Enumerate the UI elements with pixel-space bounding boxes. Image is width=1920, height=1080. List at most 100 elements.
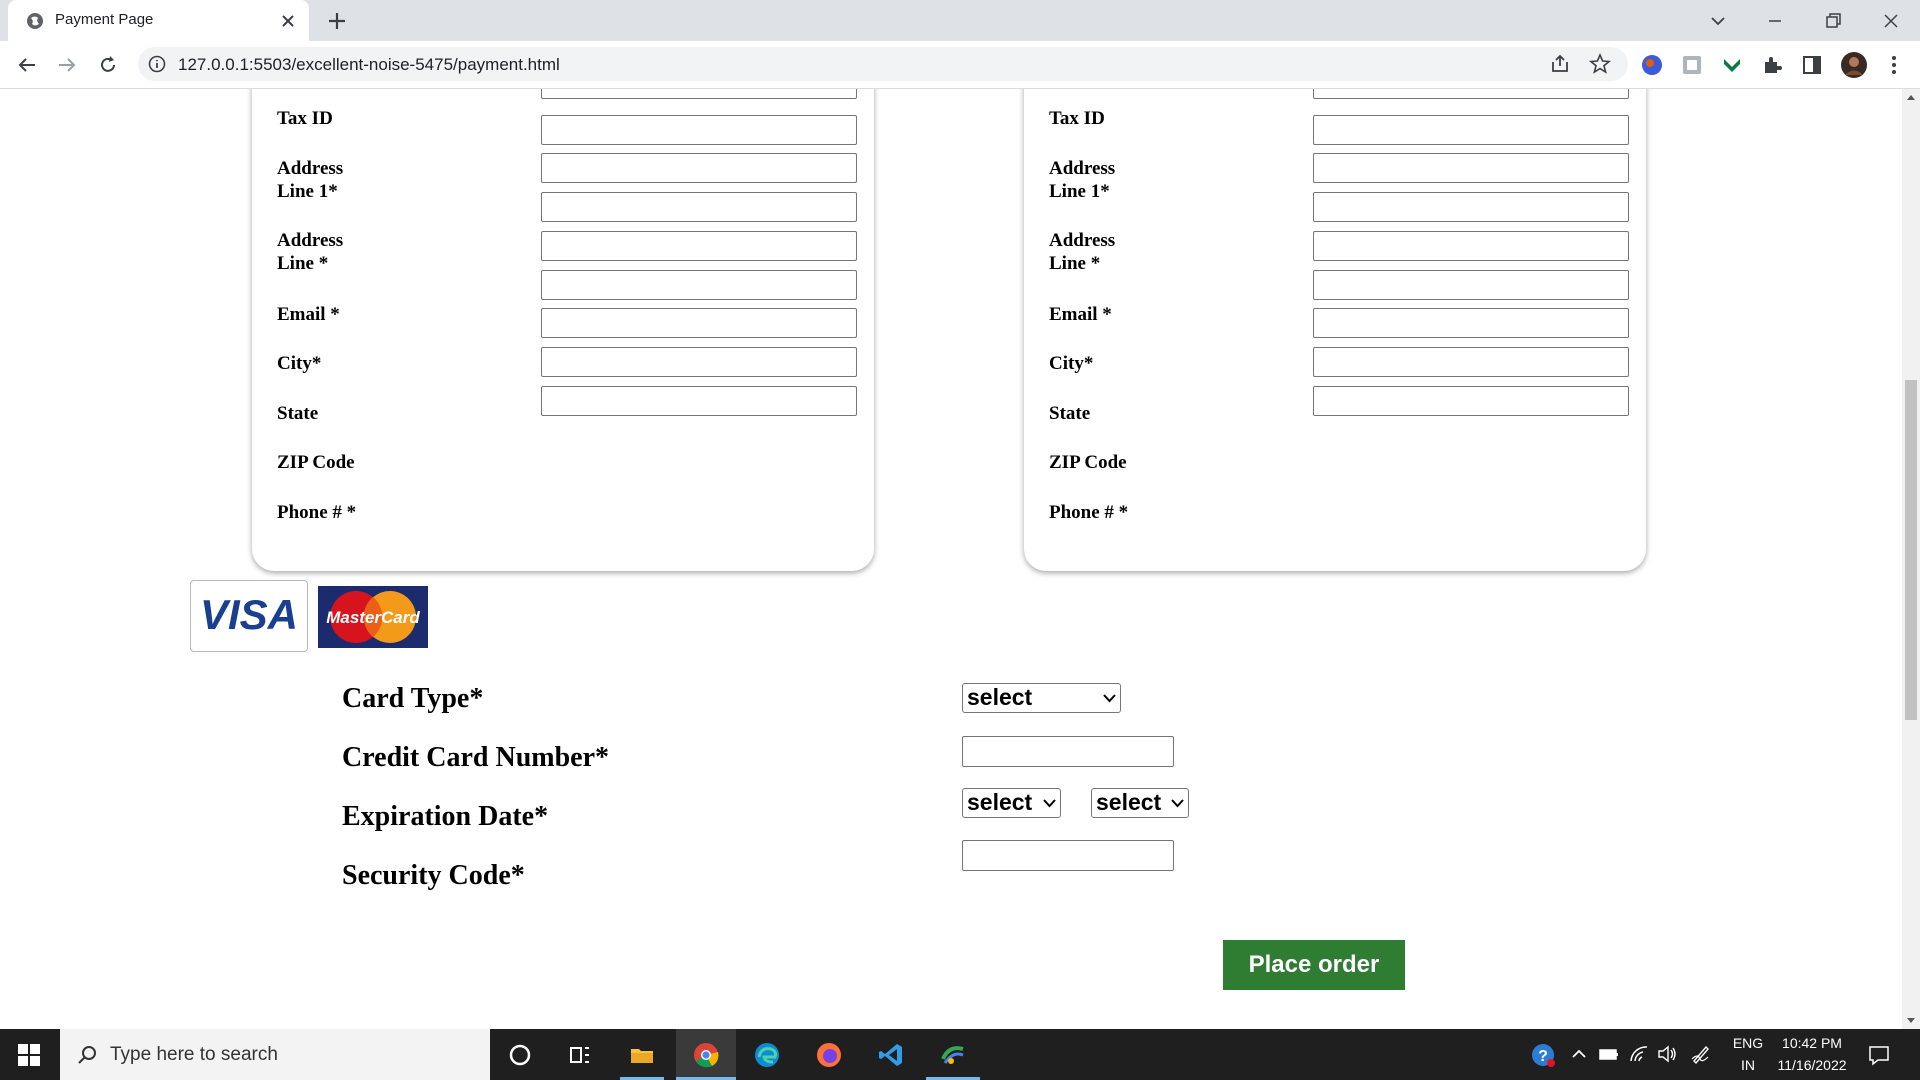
visa-logo-text: VISA: [200, 591, 298, 638]
page-scrollbar[interactable]: [1902, 89, 1920, 1029]
windows-start-icon[interactable]: [18, 1044, 40, 1066]
tray-chevron-up-icon[interactable]: [1568, 1043, 1590, 1065]
scroll-up-arrow-icon[interactable]: [1906, 93, 1916, 103]
shipping-tax-id-input[interactable]: [1313, 115, 1629, 145]
notification-center-icon[interactable]: [1866, 1042, 1892, 1068]
address-bar[interactable]: 127.0.0.1:5503/excellent-noise-5475/paym…: [138, 47, 1628, 81]
task-view-icon[interactable]: [566, 1041, 594, 1069]
scroll-down-arrow-icon[interactable]: [1906, 1015, 1916, 1025]
billing-email-input[interactable]: [541, 308, 857, 338]
battery-icon[interactable]: [1598, 1043, 1620, 1065]
close-tab-icon[interactable]: [278, 11, 298, 31]
shipping-address-extra-input[interactable]: [1313, 192, 1629, 222]
billing-address-line1-label: Address Line 1*: [277, 158, 344, 202]
place-order-button[interactable]: Place order: [1223, 940, 1405, 990]
firefox-icon[interactable]: [815, 1041, 843, 1069]
windows-taskbar: Type here to search ? ENG IN 10:42 PM 11…: [0, 1029, 1920, 1080]
clock-time[interactable]: 10:42 PM: [1772, 1035, 1852, 1051]
shipping-address-line2-extra-input[interactable]: [1313, 270, 1629, 300]
browser-toolbar: 127.0.0.1:5503/excellent-noise-5475/paym…: [0, 41, 1920, 89]
input-language[interactable]: ENG: [1730, 1035, 1766, 1051]
cortana-icon[interactable]: [506, 1041, 534, 1069]
profile-avatar[interactable]: [1840, 51, 1868, 79]
extension-image-icon[interactable]: [1680, 53, 1704, 77]
site-info-icon[interactable]: [148, 55, 166, 73]
vscode-icon[interactable]: [877, 1041, 905, 1069]
scrollbar-thumb[interactable]: [1905, 380, 1917, 720]
exp-year-select[interactable]: select: [1091, 788, 1189, 818]
file-explorer-icon[interactable]: [628, 1041, 656, 1069]
shipping-email-input[interactable]: [1313, 308, 1629, 338]
taskbar-search-box[interactable]: Type here to search: [60, 1029, 490, 1080]
wifi-icon[interactable]: [1628, 1043, 1650, 1065]
billing-phone-label: Phone # *: [277, 502, 357, 523]
card-number-input[interactable]: [962, 736, 1174, 767]
shipping-address-line2-input[interactable]: [1313, 231, 1629, 261]
shipping-previous-field[interactable]: [1313, 89, 1629, 99]
clock-date[interactable]: 11/16/2022: [1772, 1057, 1852, 1073]
shipping-tax-id-label: Tax ID: [1049, 108, 1105, 129]
shipping-state-input[interactable]: [1313, 386, 1629, 416]
shipping-state-label: State: [1049, 403, 1091, 424]
billing-address-line2-input[interactable]: [541, 231, 857, 261]
exp-month-select[interactable]: select: [962, 788, 1061, 818]
extensions-puzzle-icon[interactable]: [1760, 53, 1784, 77]
extension-globe-icon[interactable]: [1640, 53, 1664, 77]
billing-city-input[interactable]: [541, 347, 857, 377]
shipping-city-label: City*: [1049, 353, 1094, 374]
billing-city-label: City*: [277, 353, 322, 374]
shipping-phone-label: Phone # *: [1049, 502, 1129, 523]
help-icon[interactable]: ?: [1530, 1042, 1556, 1068]
shipping-email-label: Email *: [1049, 304, 1112, 325]
shipping-address-line2-label: Address Line *: [1049, 230, 1116, 274]
close-window-icon[interactable]: [1878, 8, 1904, 34]
new-tab-icon[interactable]: [325, 9, 349, 33]
tab-strip: Payment Page: [0, 0, 1920, 41]
volume-icon[interactable]: [1656, 1043, 1678, 1065]
billing-previous-field[interactable]: [541, 89, 857, 99]
minimize-icon[interactable]: [1762, 8, 1788, 34]
billing-tax-id-label: Tax ID: [277, 108, 333, 129]
shipping-zip-label: ZIP Code: [1049, 452, 1127, 473]
share-icon[interactable]: [1548, 52, 1572, 76]
bookmark-star-icon[interactable]: [1588, 52, 1612, 76]
back-arrow-icon[interactable]: [15, 53, 39, 77]
search-icon: [78, 1046, 96, 1064]
billing-address-extra-input[interactable]: [541, 192, 857, 222]
card-type-select[interactable]: select: [962, 683, 1121, 713]
tab-payment-page[interactable]: Payment Page: [8, 0, 309, 41]
card-type-label: Card Type*: [342, 683, 484, 714]
security-code-input[interactable]: [962, 840, 1174, 871]
expiration-date-label: Expiration Date*: [342, 801, 549, 832]
billing-state-input[interactable]: [541, 386, 857, 416]
tab-title: Payment Page: [55, 11, 154, 28]
shipping-address-line1-input[interactable]: [1313, 153, 1629, 183]
tab-search-chevron-icon[interactable]: [1705, 8, 1731, 34]
billing-email-label: Email *: [277, 304, 340, 325]
page-content: Tax ID Address Line 1* Address Line * Em…: [0, 89, 1902, 1029]
pen-icon[interactable]: [1690, 1043, 1712, 1065]
billing-address-line2-extra-input[interactable]: [541, 270, 857, 300]
side-panel-icon[interactable]: [1800, 53, 1824, 77]
globe-icon: [27, 13, 43, 29]
mastercard-logo-graphic: MasterCard: [326, 591, 420, 643]
browser-menu-icon[interactable]: [1882, 53, 1906, 77]
billing-tax-id-input[interactable]: [541, 115, 857, 145]
shipping-address-card: Tax ID Address Line 1* Address Line * Em…: [1024, 89, 1646, 571]
shipping-city-input[interactable]: [1313, 347, 1629, 377]
chrome-icon[interactable]: [692, 1041, 720, 1069]
billing-address-line1-input[interactable]: [541, 153, 857, 183]
color-app-icon[interactable]: [939, 1041, 967, 1069]
reload-icon[interactable]: [96, 53, 120, 77]
exp-year-select-value: select: [1096, 789, 1162, 815]
visa-logo-graphic: VISA: [200, 591, 298, 638]
edge-icon[interactable]: [753, 1041, 781, 1069]
forward-arrow-icon[interactable]: [55, 53, 79, 77]
chevron-down-icon: [1043, 799, 1056, 808]
restore-icon[interactable]: [1820, 8, 1846, 34]
card-type-select-value: select: [967, 684, 1033, 710]
extension-download-icon[interactable]: [1720, 53, 1744, 77]
input-region[interactable]: IN: [1730, 1057, 1766, 1073]
shipping-address-line1-label: Address Line 1*: [1049, 158, 1116, 202]
security-code-label: Security Code*: [342, 860, 525, 891]
